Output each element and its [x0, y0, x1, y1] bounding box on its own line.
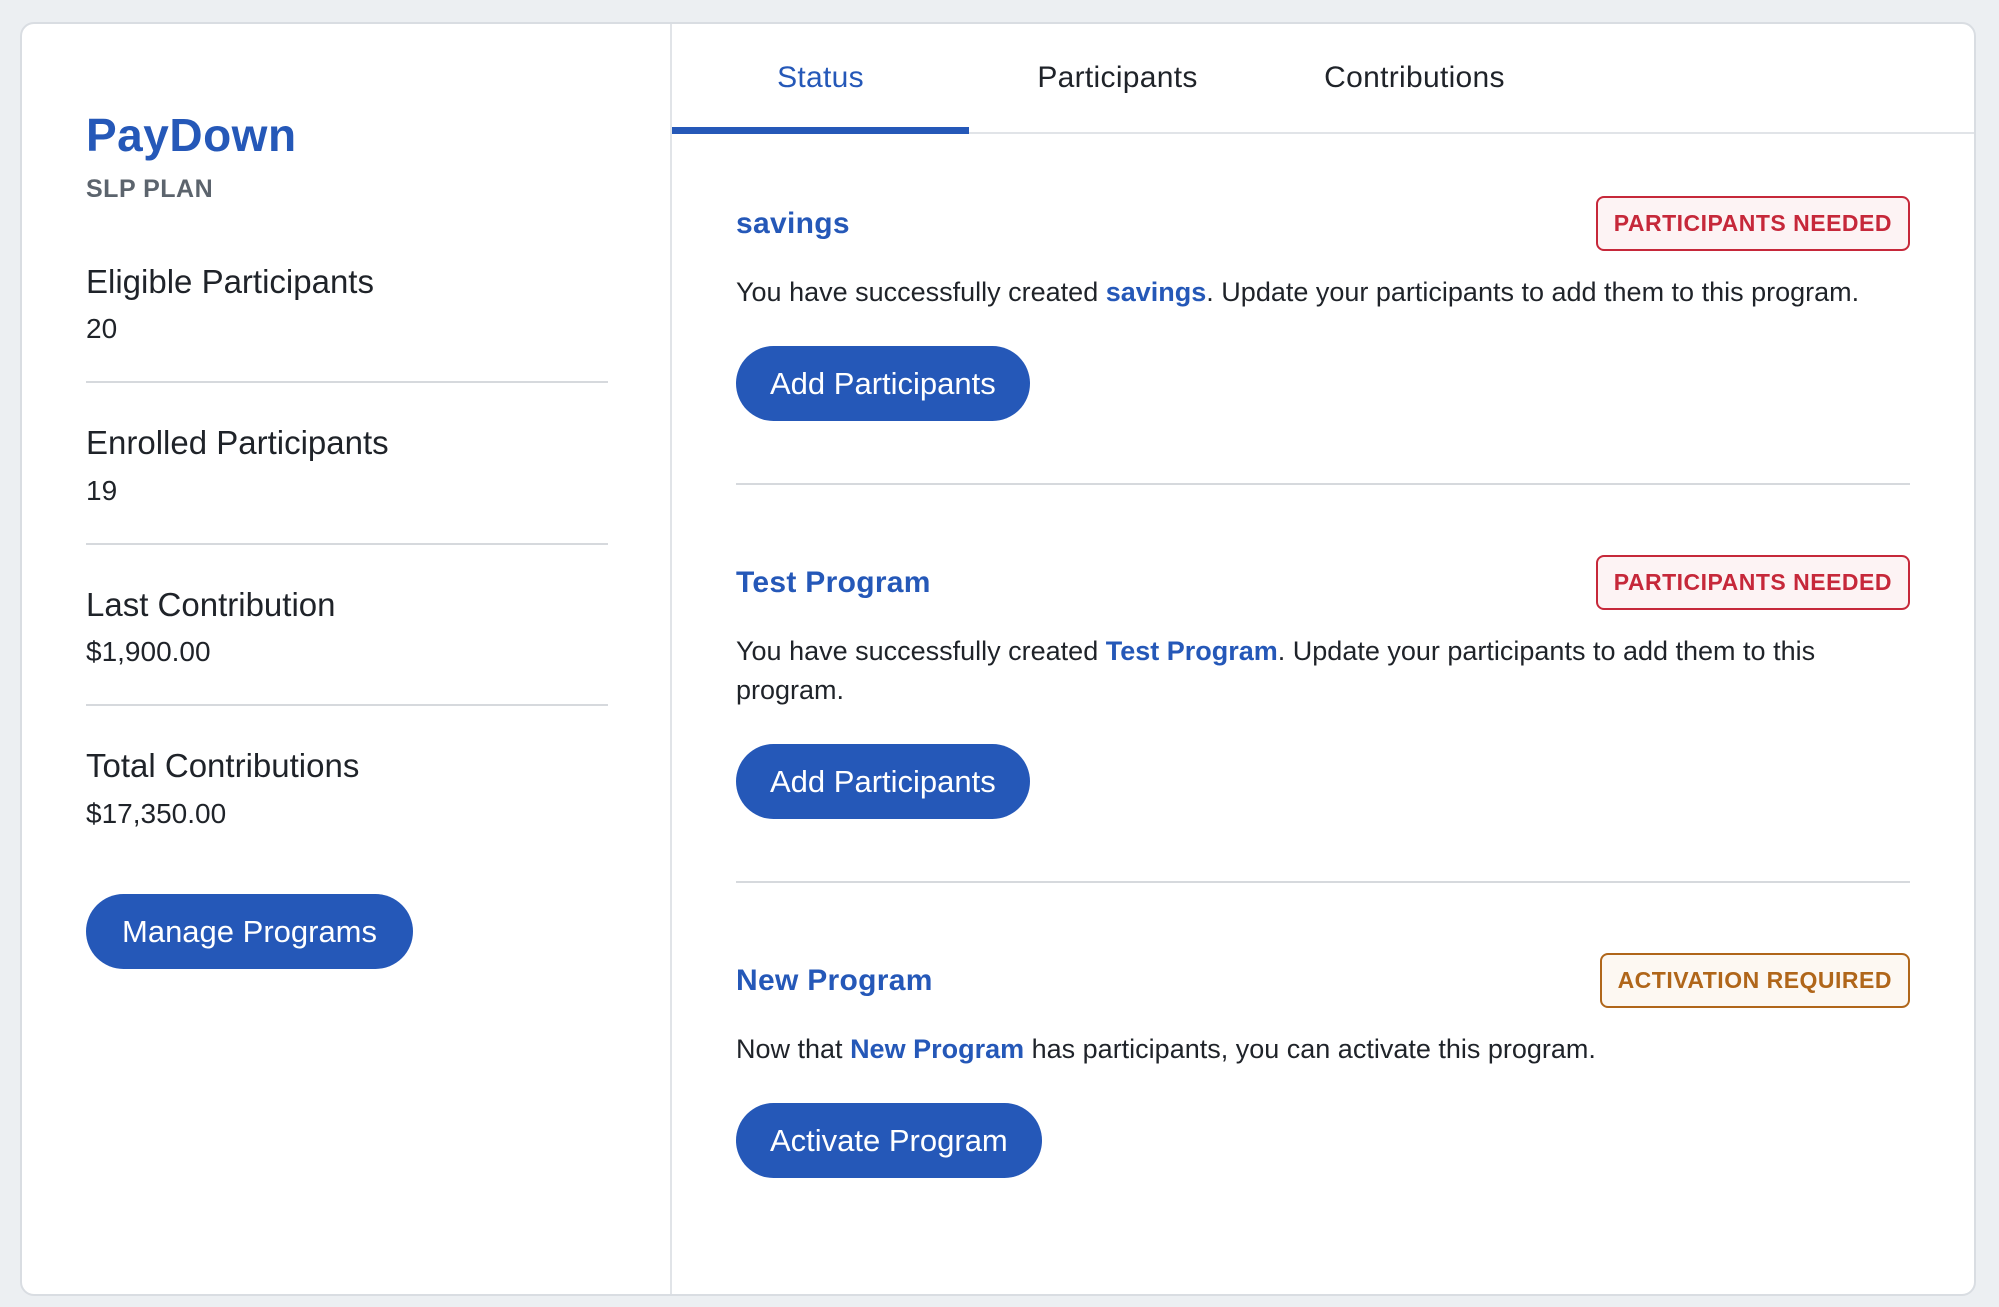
program-name[interactable]: Test Program	[736, 566, 931, 600]
tab-contributions[interactable]: Contributions	[1266, 24, 1563, 132]
program-item-savings: savings PARTICIPANTS NEEDED You have suc…	[736, 134, 1910, 485]
tab-participants[interactable]: Participants	[969, 24, 1266, 132]
plan-stats: Eligible Participants 20 Enrolled Partic…	[86, 262, 608, 866]
tab-bar: Status Participants Contributions	[672, 24, 1974, 134]
message-program-name: Test Program	[1105, 636, 1278, 666]
program-message: You have successfully created Test Progr…	[736, 632, 1896, 710]
program-header: New Program ACTIVATION REQUIRED	[736, 953, 1910, 1008]
message-program-name: savings	[1105, 277, 1207, 307]
plan-subtitle: SLP PLAN	[86, 174, 214, 203]
stat-value: $17,350.00	[86, 797, 227, 829]
program-header: savings PARTICIPANTS NEEDED	[736, 196, 1910, 251]
stat-label: Last Contribution	[86, 585, 336, 623]
program-header: Test Program PARTICIPANTS NEEDED	[736, 555, 1910, 610]
program-status-list: savings PARTICIPANTS NEEDED You have suc…	[672, 134, 1974, 1240]
message-text: has participants, you can activate this …	[1024, 1034, 1596, 1064]
status-badge: ACTIVATION REQUIRED	[1599, 953, 1910, 1008]
program-name[interactable]: savings	[736, 207, 850, 241]
message-text: You have successfully created	[736, 277, 1106, 307]
program-item-new-program: New Program ACTIVATION REQUIRED Now that…	[736, 883, 1910, 1240]
plan-summary-sidebar: PayDown SLP PLAN Eligible Participants 2…	[22, 24, 672, 1294]
stat-value: 20	[86, 313, 118, 345]
brand-title: PayDown	[86, 109, 297, 161]
program-name[interactable]: New Program	[736, 964, 933, 998]
status-badge: PARTICIPANTS NEEDED	[1595, 196, 1910, 251]
message-text: You have successfully created	[736, 636, 1106, 666]
program-item-test-program: Test Program PARTICIPANTS NEEDED You hav…	[736, 485, 1910, 883]
stat-eligible-participants: Eligible Participants 20	[86, 262, 608, 384]
stat-enrolled-participants: Enrolled Participants 19	[86, 423, 608, 545]
message-text: . Update your participants to add them t…	[1206, 277, 1860, 307]
stat-value: $1,900.00	[86, 636, 211, 668]
plan-card: PayDown SLP PLAN Eligible Participants 2…	[20, 22, 1976, 1296]
status-badge: PARTICIPANTS NEEDED	[1595, 555, 1910, 610]
activate-program-button[interactable]: Activate Program	[736, 1103, 1042, 1178]
stat-value: 19	[86, 474, 118, 506]
stat-label: Total Contributions	[86, 747, 360, 785]
program-message: Now that New Program has participants, y…	[736, 1030, 1896, 1069]
add-participants-button[interactable]: Add Participants	[736, 346, 1030, 421]
stat-last-contribution: Last Contribution $1,900.00	[86, 585, 608, 707]
main-panel: Status Participants Contributions saving…	[672, 24, 1974, 1294]
add-participants-button[interactable]: Add Participants	[736, 744, 1030, 819]
program-message: You have successfully created savings. U…	[736, 273, 1896, 312]
stat-total-contributions: Total Contributions $17,350.00	[86, 746, 608, 866]
message-program-name: New Program	[850, 1034, 1025, 1064]
message-text: Now that	[736, 1034, 851, 1064]
stat-label: Enrolled Participants	[86, 424, 389, 462]
manage-programs-button[interactable]: Manage Programs	[86, 893, 414, 969]
tab-status[interactable]: Status	[672, 24, 969, 134]
stat-label: Eligible Participants	[86, 262, 374, 300]
